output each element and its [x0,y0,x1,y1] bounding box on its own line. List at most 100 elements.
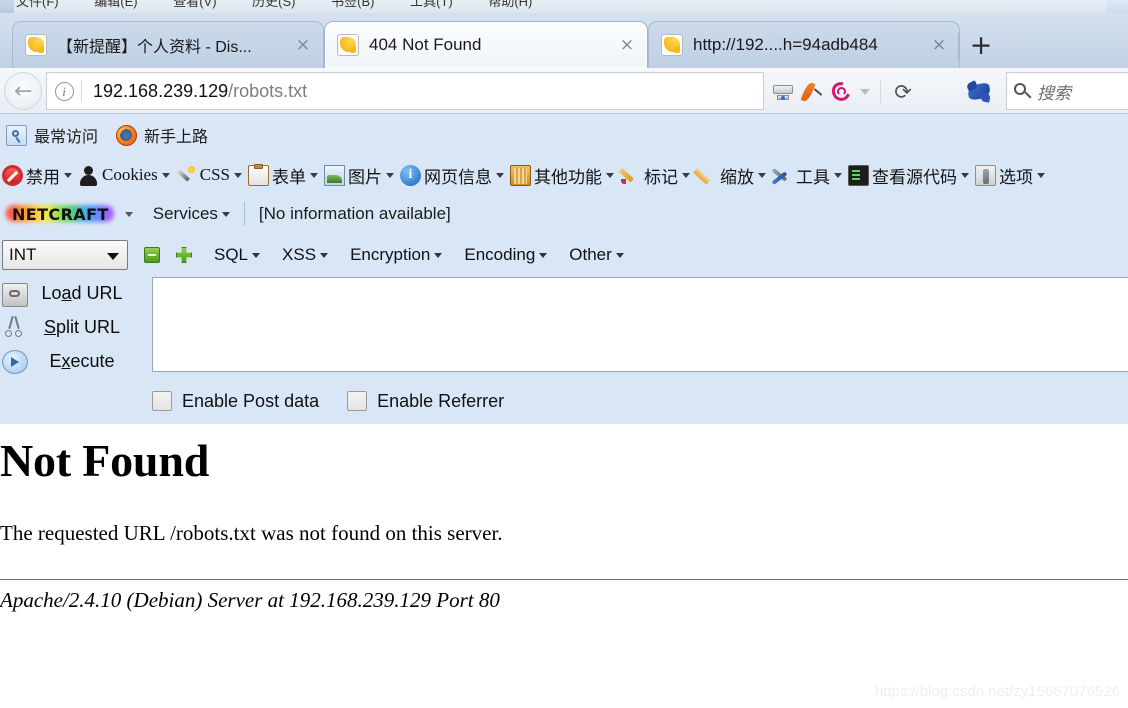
window-chrome-right [1106,0,1128,13]
page-info-icon [399,164,421,186]
tab-favicon-icon [337,34,359,56]
webdev-item-label: 查看源代码 [871,167,957,187]
blue-bird-icon[interactable] [965,80,992,104]
webdev-item-label: 网页信息 [423,167,492,187]
hackbar-menu-label: XSS [282,245,317,264]
hackbar-collapse-icon[interactable] [144,247,160,263]
chevron-down-icon[interactable] [857,79,873,105]
hackbar-load-url-button[interactable]: Load URL [0,276,150,310]
hackbar-menu-xss[interactable]: XSS [282,245,329,265]
server-led-icon [781,96,785,100]
webdev-item-forms[interactable]: 表单 [247,163,318,188]
menu-item-history[interactable]: 历史(S) [236,0,311,13]
tools-icon [772,165,793,186]
tab-favicon-icon [25,34,47,56]
enable-referrer-checkbox[interactable]: Enable Referrer [347,391,504,412]
webdev-item-label: 缩放 [719,167,754,187]
chevron-down-icon [252,252,261,258]
debian-swirl-icon[interactable] [828,79,854,105]
window-menu-bar: 文件(F) 编辑(E) 查看(V) 历史(S) 书签(B) 工具(T) 帮助(H… [0,0,1128,13]
hackbar-url-textarea[interactable] [152,277,1128,372]
disable-icon [2,164,23,186]
apache-feather-icon[interactable] [799,79,825,105]
page-divider [0,579,1128,580]
webdev-item-disable[interactable]: 禁用 [2,163,72,188]
menu-item-help[interactable]: 帮助(H) [472,0,548,13]
hackbar-menu-row: INT SQL XSS Encryption Encoding Other [0,234,624,276]
view-source-icon [847,164,869,186]
chevron-down-icon[interactable] [124,211,133,217]
hackbar-panel: INT SQL XSS Encryption Encoding Other Lo… [0,234,1128,424]
hackbar-menu-sql[interactable]: SQL [214,245,261,265]
hackbar-execute-button[interactable]: Execute [0,344,150,378]
tab-http-192[interactable]: http://192....h=94adb484 × [648,21,960,68]
webdev-item-cookies[interactable]: Cookies [78,165,170,186]
bookmark-label: 新手上路 [144,129,209,146]
netcraft-logo[interactable]: NETCRAFT [6,203,114,225]
bookmark-label: 最常访问 [34,129,99,146]
menu-item-file[interactable]: 文件(F) [0,0,75,13]
webdev-item-view-source[interactable]: 查看源代码 [847,163,969,188]
hackbar-type-select[interactable]: INT [2,240,128,270]
tab-discuz[interactable]: 【新提醒】个人资料 - Dis... × [12,21,324,68]
identity-button[interactable]: i [47,72,81,110]
tab-strip: 【新提醒】个人资料 - Dis... × 404 Not Found × htt… [0,13,1128,68]
webdev-item-label: 选项 [998,167,1033,187]
tab-close-icon[interactable]: × [927,33,951,57]
netcraft-info-text: [No information available] [258,204,451,223]
search-icon [1007,72,1037,110]
webdev-item-misc[interactable]: 其他功能 [509,163,614,188]
firefox-getting-started-icon [116,124,138,146]
hackbar-options: Enable Post data Enable Referrer [152,386,532,416]
menu-item-view[interactable]: 查看(V) [157,0,232,13]
hackbar-expand-icon[interactable] [176,247,192,263]
tab-favicon-icon [661,34,683,56]
outline-pencil-icon [620,165,641,186]
chevron-down-icon [605,172,614,178]
chevron-down-icon [107,253,119,260]
split-url-icon [2,315,28,339]
chevron-down-icon [495,172,504,178]
netcraft-logo-text: NETCRAFT [12,204,109,224]
hackbar-split-url-button[interactable]: Split URL [0,310,150,344]
enable-post-data-checkbox[interactable]: Enable Post data [152,391,319,412]
execute-icon [2,349,28,374]
bookmarks-bar: 最常访问 新手上路 [0,114,1128,156]
bookmark-getting-started[interactable]: 新手上路 [116,123,208,147]
webdev-item-images[interactable]: 图片 [323,163,394,188]
server-icon[interactable] [770,79,796,105]
bookmark-most-visited[interactable]: 最常访问 [6,123,98,147]
wappalyzer-icons: ⟳ [770,78,918,105]
tab-close-icon[interactable]: × [615,33,639,57]
menu-item-edit[interactable]: 编辑(E) [78,0,153,13]
back-button[interactable]: ← [4,72,42,110]
webdev-item-resize[interactable]: 缩放 [696,163,766,188]
hackbar-menu-encoding[interactable]: Encoding [464,245,548,265]
webdev-item-css[interactable]: CSS [176,165,242,186]
tab-title: http://192....h=94adb484 [693,35,878,54]
webdev-item-tools[interactable]: 工具 [772,163,842,188]
tab-separator [958,33,959,59]
hackbar-menu-other[interactable]: Other [569,245,624,265]
webdev-item-outline[interactable]: 标记 [620,163,690,188]
hackbar-menu-label: SQL [214,245,249,264]
reload-button[interactable]: ⟳ [888,79,918,105]
new-tab-button[interactable]: + [966,32,996,61]
menu-item-bookmarks[interactable]: 书签(B) [315,0,390,13]
address-bar[interactable]: i 192.168.239.129/robots.txt [46,72,764,110]
tab-close-icon[interactable]: × [291,33,315,57]
search-box[interactable]: 搜索 [1006,72,1128,110]
webdev-item-options[interactable]: 选项 [974,163,1045,188]
chevron-down-icon [757,172,766,178]
chevron-down-icon [615,252,624,258]
images-picture-icon [323,164,345,186]
chevron-down-icon [233,172,242,178]
misc-book-icon [509,164,531,186]
webdev-item-page-info[interactable]: 网页信息 [399,163,504,188]
webdev-item-label: 标记 [643,167,678,187]
options-icon [974,164,996,186]
tab-404-not-found[interactable]: 404 Not Found × [324,21,648,68]
hackbar-menu-encryption[interactable]: Encryption [350,245,443,265]
menu-item-tools[interactable]: 工具(T) [394,0,469,13]
netcraft-services-menu[interactable]: Services [153,204,230,224]
